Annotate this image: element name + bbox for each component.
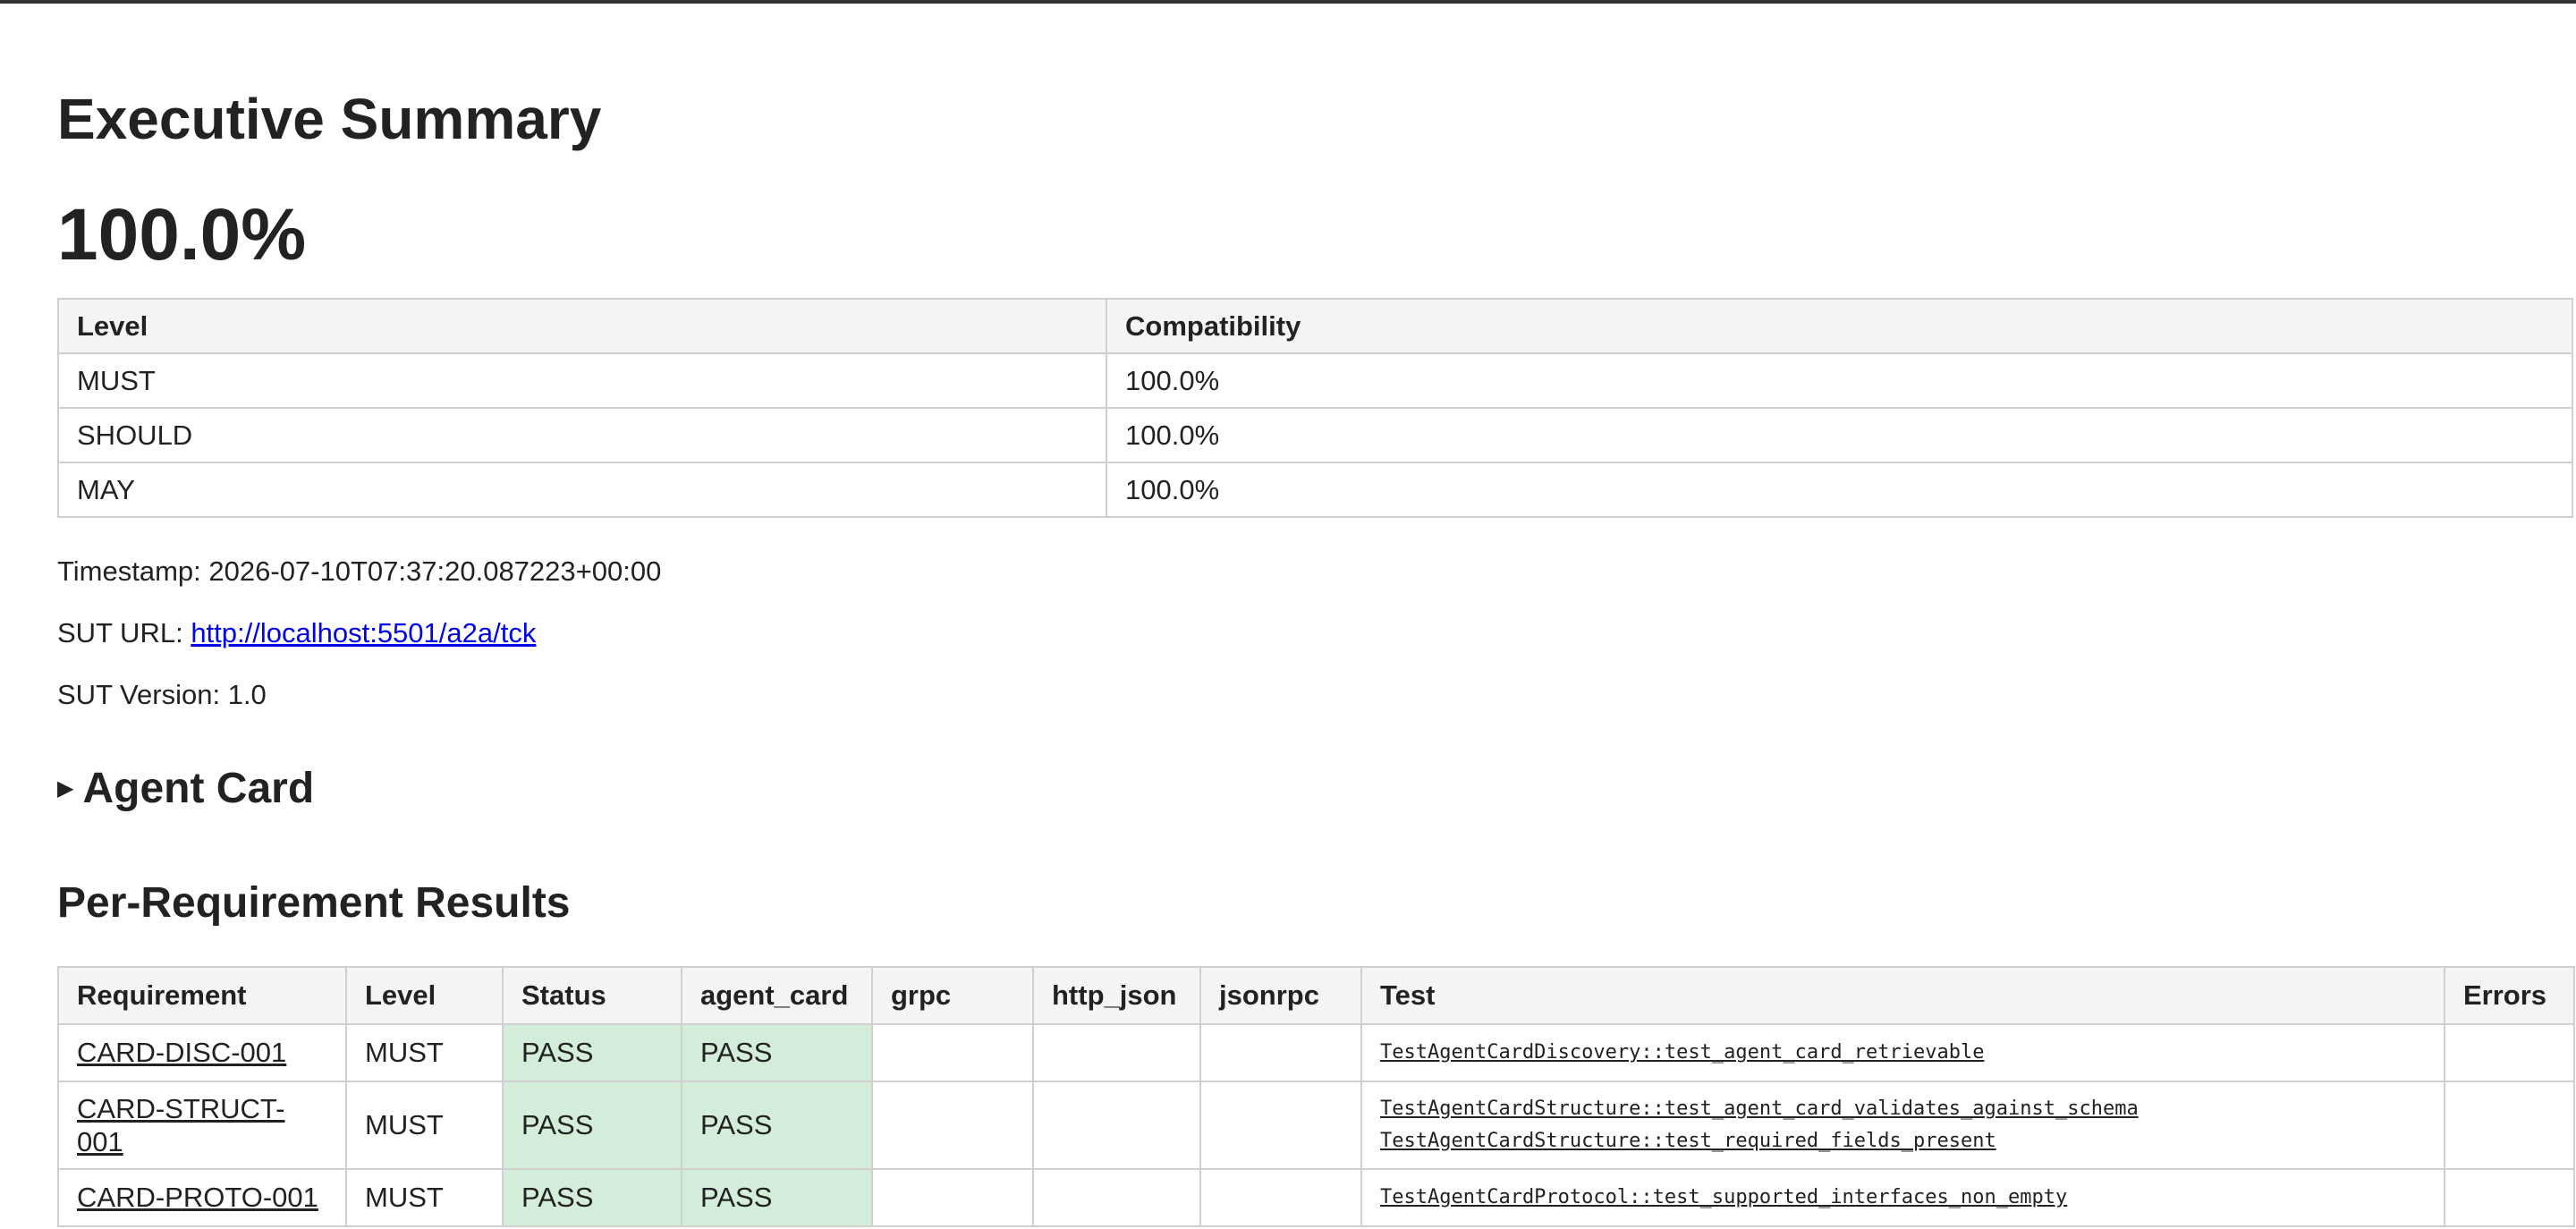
column-header-test: Test	[1360, 966, 2445, 1025]
sut-url-label: SUT URL:	[57, 617, 183, 648]
status-cell: PASS	[502, 1168, 682, 1227]
test-cell: TestAgentCardStructure::test_agent_card_…	[1360, 1081, 2445, 1170]
level-cell: MUST	[57, 352, 1107, 409]
timestamp-label: Timestamp:	[57, 555, 201, 587]
level-cell: MUST	[345, 1081, 504, 1170]
timestamp-value: 2026-07-10T07:37:20.087223+00:00	[208, 555, 662, 587]
errors-cell	[2444, 1081, 2575, 1170]
level-cell: MUST	[345, 1023, 504, 1082]
agent-card-title[interactable]: Agent Card	[82, 765, 314, 813]
http-json-cell	[1032, 1168, 1201, 1227]
requirement-cell: CARD-DISC-001	[57, 1023, 347, 1082]
requirement-link[interactable]: CARD-STRUCT-001	[77, 1093, 285, 1157]
compatibility-cell: 100.0%	[1106, 462, 2573, 518]
level-cell: SHOULD	[57, 407, 1107, 463]
agent-card-cell: PASS	[681, 1168, 873, 1227]
table-row: MAY 100.0%	[57, 462, 2573, 518]
page-title: Executive Summary	[57, 87, 602, 151]
test-cell: TestAgentCardProtocol::test_supported_in…	[1360, 1168, 2445, 1227]
agent-card-disclosure[interactable]: ▶ Agent Card	[57, 765, 314, 813]
http-json-cell	[1032, 1081, 1201, 1170]
sut-version-value: 1.0	[227, 679, 267, 710]
column-header-agent-card: agent_card	[681, 966, 873, 1025]
sut-version-label: SUT Version:	[57, 679, 221, 710]
column-header-errors: Errors	[2444, 966, 2575, 1025]
requirement-cell: CARD-STRUCT-001	[57, 1081, 347, 1170]
test-link[interactable]: TestAgentCardStructure::test_agent_card_…	[1380, 1093, 2426, 1125]
test-link[interactable]: TestAgentCardDiscovery::test_agent_card_…	[1380, 1037, 2426, 1069]
compatibility-cell: 100.0%	[1106, 407, 2573, 463]
agent-card-cell: PASS	[681, 1081, 873, 1170]
disclosure-triangle-right-icon[interactable]: ▶	[57, 778, 73, 800]
table-header-row: Requirement Level Status agent_card grpc…	[57, 966, 2575, 1025]
requirement-link[interactable]: CARD-DISC-001	[77, 1037, 286, 1068]
table-row: CARD-PROTO-001 MUST PASS PASS TestAgentC…	[57, 1168, 2575, 1227]
column-header-http-json: http_json	[1032, 966, 1201, 1025]
table-row: CARD-DISC-001 MUST PASS PASS TestAgentCa…	[57, 1023, 2575, 1082]
table-header-row: Level Compatibility	[57, 298, 2573, 354]
column-header-level: Level	[345, 966, 504, 1025]
agent-card-cell: PASS	[681, 1023, 873, 1082]
test-cell: TestAgentCardDiscovery::test_agent_card_…	[1360, 1023, 2445, 1082]
http-json-cell	[1032, 1023, 1201, 1082]
sut-url-link[interactable]: http://localhost:5501/a2a/tck	[191, 617, 536, 648]
level-cell: MUST	[345, 1168, 504, 1227]
column-header-grpc: grpc	[871, 966, 1034, 1025]
column-header-compatibility: Compatibility	[1106, 298, 2573, 354]
status-cell: PASS	[502, 1023, 682, 1082]
column-header-status: Status	[502, 966, 682, 1025]
table-row: MUST 100.0%	[57, 352, 2573, 409]
sut-url-line: SUT URL: http://localhost:5501/a2a/tck	[57, 616, 536, 649]
column-header-jsonrpc: jsonrpc	[1199, 966, 1362, 1025]
results-title: Per-Requirement Results	[57, 879, 571, 927]
requirement-link[interactable]: CARD-PROTO-001	[77, 1182, 318, 1213]
grpc-cell	[871, 1023, 1034, 1082]
requirement-cell: CARD-PROTO-001	[57, 1168, 347, 1227]
errors-cell	[2444, 1168, 2575, 1227]
top-rule	[0, 0, 2576, 4]
table-row: SHOULD 100.0%	[57, 407, 2573, 463]
compatibility-cell: 100.0%	[1106, 352, 2573, 409]
overall-score: 100.0%	[57, 194, 307, 275]
test-link[interactable]: TestAgentCardProtocol::test_supported_in…	[1380, 1182, 2426, 1214]
jsonrpc-cell	[1199, 1168, 1362, 1227]
results-table: Requirement Level Status agent_card grpc…	[57, 966, 2575, 1227]
compatibility-table: Level Compatibility MUST 100.0% SHOULD 1…	[57, 298, 2573, 518]
grpc-cell	[871, 1168, 1034, 1227]
level-cell: MAY	[57, 462, 1107, 518]
sut-version-line: SUT Version: 1.0	[57, 678, 267, 711]
column-header-level: Level	[57, 298, 1107, 354]
column-header-requirement: Requirement	[57, 966, 347, 1025]
test-link[interactable]: TestAgentCardStructure::test_required_fi…	[1380, 1125, 2426, 1157]
timestamp-line: Timestamp: 2026-07-10T07:37:20.087223+00…	[57, 555, 661, 588]
status-cell: PASS	[502, 1081, 682, 1170]
grpc-cell	[871, 1081, 1034, 1170]
jsonrpc-cell	[1199, 1023, 1362, 1082]
errors-cell	[2444, 1023, 2575, 1082]
jsonrpc-cell	[1199, 1081, 1362, 1170]
table-row: CARD-STRUCT-001 MUST PASS PASS TestAgent…	[57, 1081, 2575, 1170]
